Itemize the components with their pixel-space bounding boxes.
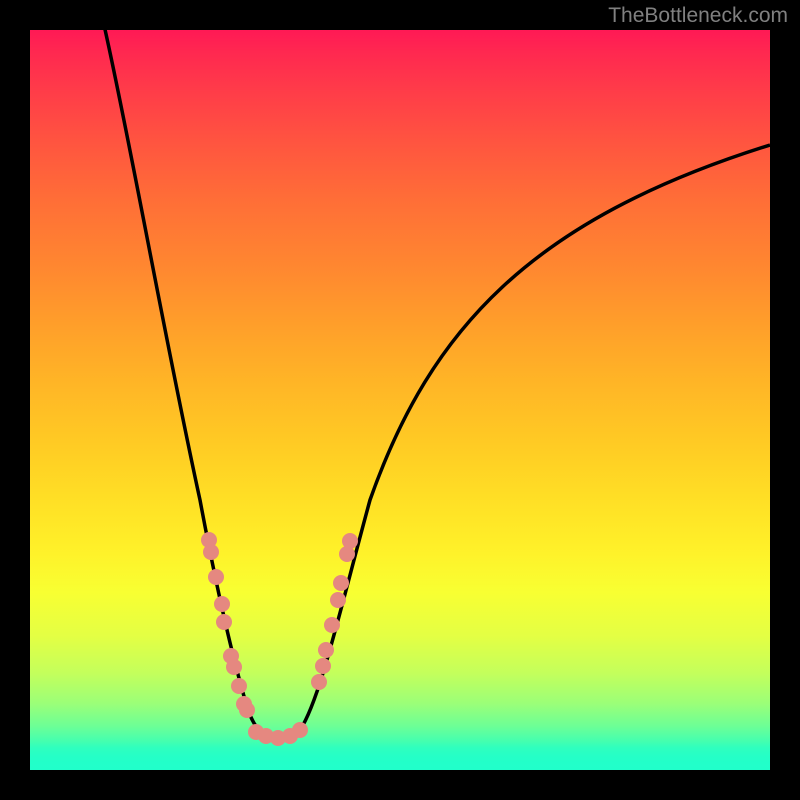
bottleneck-curve <box>104 30 770 740</box>
marker-dot <box>330 592 346 608</box>
bottleneck-curve-svg <box>30 30 770 770</box>
marker-dot <box>315 658 331 674</box>
marker-dot <box>216 614 232 630</box>
marker-dot <box>292 722 308 738</box>
marker-dot <box>214 596 230 612</box>
marker-dot <box>324 617 340 633</box>
marker-dot <box>342 533 358 549</box>
marker-dot <box>231 678 247 694</box>
marker-dot <box>239 702 255 718</box>
marker-dot <box>226 659 242 675</box>
marker-dot <box>208 569 224 585</box>
plot-area <box>30 30 770 770</box>
marker-dot <box>333 575 349 591</box>
marker-dot <box>311 674 327 690</box>
marker-dot <box>203 544 219 560</box>
watermark-text: TheBottleneck.com <box>608 4 788 28</box>
marker-dot <box>318 642 334 658</box>
